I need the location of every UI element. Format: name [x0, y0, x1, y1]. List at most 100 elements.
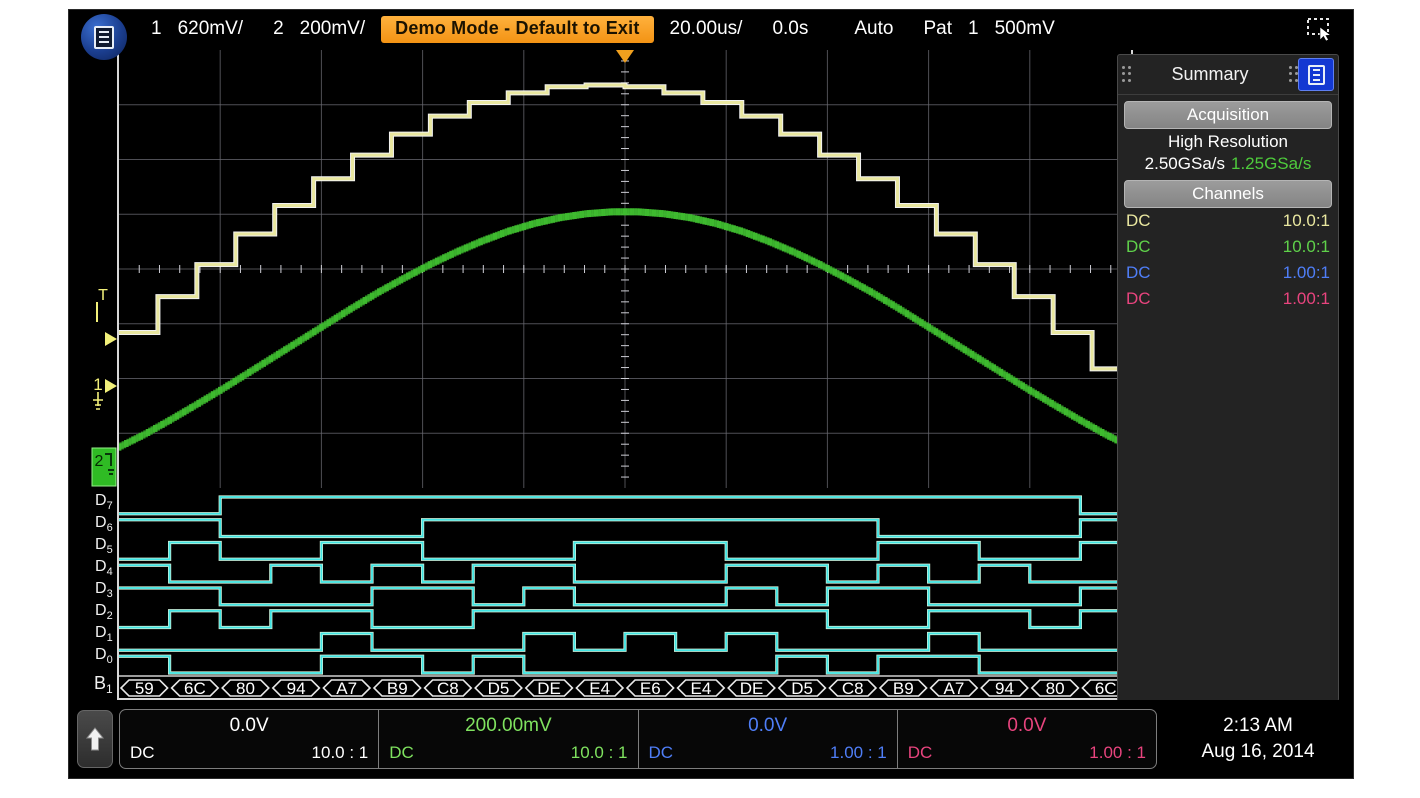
- bus-packet-value: D5: [791, 679, 813, 698]
- trigger-type[interactable]: Pat: [923, 18, 952, 40]
- bus-packet-value: 6C: [184, 679, 206, 698]
- digital-trace: [119, 565, 1131, 582]
- menu-icon: [94, 26, 114, 49]
- bus-packet-value: 6C: [1095, 679, 1117, 698]
- digital-label-d6: D6: [95, 514, 113, 534]
- bus-packet-value: E4: [589, 679, 610, 698]
- bus-packet-value: 59: [135, 679, 154, 698]
- channel-probe-ratio: 10.0 : 1: [312, 743, 369, 763]
- channel-coupling: DC: [130, 743, 155, 763]
- channel-probe-ratio: 10.0 : 1: [571, 743, 628, 763]
- sample-rate-primary: 2.50GSa/s: [1145, 154, 1225, 174]
- trigger-source[interactable]: 1: [968, 18, 979, 40]
- sample-rate-secondary: 1.25GSa/s: [1231, 154, 1311, 174]
- channel-cell-4[interactable]: 0.0V DC 1.00 : 1: [898, 710, 1156, 768]
- clock-time: 2:13 AM: [1163, 713, 1353, 739]
- channel-offset-value: 200.00mV: [389, 713, 627, 737]
- bus-packet-value: DE: [740, 679, 764, 698]
- channel-coupling: DC: [389, 743, 414, 763]
- bus-packet-value: C8: [842, 679, 864, 698]
- channel-summary-row[interactable]: DC 10.0:1: [1118, 234, 1338, 260]
- channel-ratio: 10.0:1: [1283, 237, 1330, 257]
- digital-trace: [119, 520, 1131, 537]
- bus-packet-value: 94: [995, 679, 1014, 698]
- channel-offset-value: 0.0V: [908, 713, 1146, 737]
- digital-label-d0: D0: [95, 646, 113, 666]
- bus-packet-value: C8: [437, 679, 459, 698]
- waveform-grid[interactable]: 596C8094A7B9C8D5DEE4E6E4DED5C8B9A794806C: [117, 50, 1133, 700]
- channel-coupling: DC: [649, 743, 674, 763]
- timebase-value[interactable]: 20.00us/: [670, 18, 743, 40]
- bus-decode-row: 596C8094A7B9C8D5DEE4E6E4DED5C8B9A794806C: [119, 676, 1131, 698]
- clock-display: 2:13 AM Aug 16, 2014: [1157, 713, 1353, 765]
- digital-trace: [119, 497, 1131, 514]
- channel-ratio: 1.00:1: [1283, 289, 1330, 309]
- ch1-scale[interactable]: 620mV/: [178, 18, 243, 40]
- channel-summary-row[interactable]: DC 10.0:1: [1118, 208, 1338, 234]
- channel-markers-column: T 1 2 D7 D6 D5 D4: [91, 50, 117, 700]
- channel-cell-2[interactable]: 200.00mV DC 10.0 : 1: [379, 710, 638, 768]
- channel-coupling: DC: [1126, 263, 1151, 283]
- screenshot-root: 1 620mV/ 2 200mV/ Demo Mode - Default to…: [0, 0, 1420, 798]
- channel-probe-ratio: 1.00 : 1: [830, 743, 887, 763]
- ch2-number[interactable]: 2: [273, 18, 284, 40]
- channel-summary-row[interactable]: DC 1.00:1: [1118, 260, 1338, 286]
- digital-trace: [119, 634, 1131, 651]
- digital-trace: [119, 588, 1131, 605]
- bus-label: B1: [94, 673, 113, 696]
- channel-cell-1[interactable]: 0.0V DC 10.0 : 1: [120, 710, 379, 768]
- delay-value[interactable]: 0.0s: [772, 18, 808, 40]
- digital-trace: [119, 543, 1131, 560]
- up-arrow-icon: [85, 726, 105, 752]
- summary-title: Summary: [1131, 64, 1289, 85]
- channel-summary-row[interactable]: DC 1.00:1: [1118, 286, 1338, 312]
- summary-panel-header: Summary: [1118, 55, 1338, 95]
- bottom-status-bar: 0.0V DC 10.0 : 1 200.00mV DC 10.0 : 1 0.…: [69, 700, 1353, 778]
- acquisition-mode: High Resolution: [1118, 129, 1338, 152]
- digital-trace-outline: [119, 497, 1131, 514]
- ch1-number[interactable]: 1: [145, 18, 162, 40]
- acquisition-section-header[interactable]: Acquisition: [1124, 101, 1332, 129]
- ch2-scale[interactable]: 200mV/: [300, 18, 365, 40]
- digital-label-d3: D3: [95, 580, 113, 600]
- bus-packet-value: A7: [944, 679, 965, 698]
- main-menu-button[interactable]: [81, 14, 127, 60]
- digital-traces: [119, 497, 1131, 673]
- bus-packet-value: E6: [640, 679, 661, 698]
- digital-trace-outline: [119, 588, 1131, 605]
- panel-toggle-button[interactable]: [77, 710, 113, 768]
- bus-packet-value: B9: [387, 679, 408, 698]
- bus-packet-value: D5: [488, 679, 510, 698]
- channel-coupling: DC: [908, 743, 933, 763]
- channels-section-header[interactable]: Channels: [1124, 180, 1332, 208]
- channel-offset-value: 0.0V: [130, 713, 368, 737]
- digital-label-d5: D5: [95, 536, 113, 556]
- bus-packet-value: B9: [893, 679, 914, 698]
- clock-date: Aug 16, 2014: [1163, 739, 1353, 765]
- ch2-ground-label: 2: [95, 453, 104, 470]
- channel-settings-strip: 0.0V DC 10.0 : 1 200.00mV DC 10.0 : 1 0.…: [119, 709, 1157, 769]
- channel-coupling: DC: [1126, 237, 1151, 257]
- summary-menu-button[interactable]: [1298, 58, 1334, 91]
- demo-mode-banner[interactable]: Demo Mode - Default to Exit: [381, 16, 653, 43]
- ch1-ground-label: 1: [93, 375, 102, 394]
- drag-handle-left-icon[interactable]: [1122, 66, 1131, 84]
- channel-offset-value: 0.0V: [649, 713, 887, 737]
- channel-cell-3[interactable]: 0.0V DC 1.00 : 1: [639, 710, 898, 768]
- trigger-mode[interactable]: Auto: [854, 18, 893, 40]
- selection-cursor-icon[interactable]: [1307, 18, 1337, 42]
- bus-packet-value: 80: [236, 679, 255, 698]
- channel-ratio: 1.00:1: [1283, 263, 1330, 283]
- waveform-canvas[interactable]: 596C8094A7B9C8D5DEE4E6E4DED5C8B9A794806C: [119, 50, 1131, 700]
- digital-trace: [119, 656, 1131, 673]
- drag-handle-right-icon[interactable]: [1289, 66, 1298, 84]
- trigger-level[interactable]: 500mV: [995, 18, 1055, 40]
- digital-label-d4: D4: [95, 558, 113, 578]
- channel-probe-ratio: 1.00 : 1: [1089, 743, 1146, 763]
- digital-label-d2: D2: [95, 602, 113, 622]
- digital-trace-outline: [119, 520, 1131, 537]
- bus-packet-value: 94: [287, 679, 306, 698]
- channel-ratio: 10.0:1: [1283, 211, 1330, 231]
- channel-coupling: DC: [1126, 289, 1151, 309]
- digital-trace: [119, 611, 1131, 628]
